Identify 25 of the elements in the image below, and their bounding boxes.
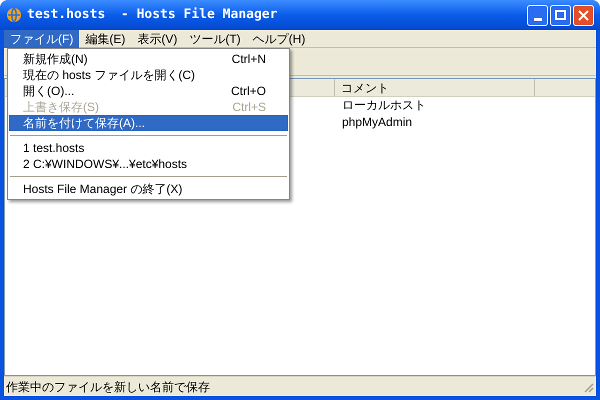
globe-icon	[6, 7, 22, 23]
resize-grip-icon[interactable]	[582, 380, 594, 392]
menu-item[interactable]: 表示(V)	[131, 30, 184, 48]
menu-item[interactable]: ファイル(F)	[4, 30, 80, 48]
menu-entry[interactable]: 1 test.hosts	[9, 140, 288, 156]
menu-entry[interactable]: 開く(O)... Ctrl+O	[9, 83, 288, 99]
close-button[interactable]	[573, 4, 594, 26]
menu-entry[interactable]: 名前を付けて保存(A)...	[9, 115, 288, 131]
status-text: 作業中のファイルを新しい名前で保存	[6, 378, 210, 396]
menu-entry[interactable]: 現在の hosts ファイルを開く(C)	[9, 67, 288, 83]
table-cell-text: ローカルホスト	[341, 97, 427, 114]
menu-entry[interactable]: 2 C:¥WINDOWS¥...¥etc¥hosts	[9, 156, 288, 172]
column-header[interactable]: コメント	[335, 79, 535, 96]
maximize-icon	[555, 10, 566, 20]
table-cell-text: phpMyAdmin	[341, 114, 414, 131]
menu-entry[interactable]: Hosts File Manager の終了(X)	[9, 181, 288, 197]
maximize-button[interactable]	[550, 4, 571, 26]
window-title: test.hosts - Hosts File Manager	[27, 6, 278, 24]
minimize-button[interactable]	[527, 4, 548, 26]
menu-item[interactable]: ツール(T)	[183, 30, 247, 48]
menu-item[interactable]: ヘルプ(H)	[246, 30, 312, 48]
minimize-icon	[534, 18, 542, 20]
menu-item[interactable]: 編集(E)	[79, 30, 132, 48]
close-icon	[578, 10, 589, 20]
menu-entry[interactable]: 新規作成(N) Ctrl+N	[9, 51, 288, 67]
